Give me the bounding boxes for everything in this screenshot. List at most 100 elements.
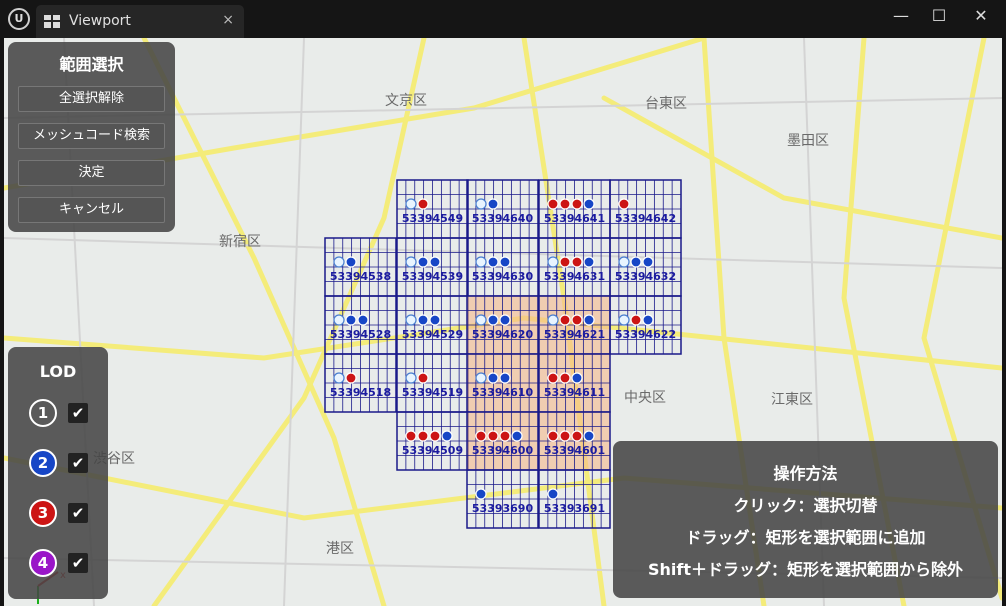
mesh-cell[interactable]: 53394610: [466, 353, 539, 413]
mesh-code-label: 53394549: [402, 212, 463, 225]
lod-marker-icon: [583, 256, 595, 268]
lod-marker-icon: [583, 314, 595, 326]
lod-marker-icon: [487, 256, 499, 268]
mesh-code-label: 53393691: [544, 502, 605, 515]
lod-marker-icon: [345, 314, 357, 326]
district-label: 新宿区: [219, 233, 261, 250]
lod-marker-icon: [417, 314, 429, 326]
lod-2-checkbox[interactable]: ✔: [68, 453, 88, 473]
viewport-layout-icon: [44, 15, 60, 28]
lod-marker-icon: [499, 314, 511, 326]
range-panel-title: 範囲選択: [59, 55, 124, 74]
lod-marker-icon: [429, 430, 441, 442]
mesh-code-label: 53394620: [472, 328, 534, 341]
tab-viewport[interactable]: Viewport ×: [36, 5, 244, 38]
mesh-code-label: 53394519: [402, 386, 463, 399]
mesh-cell[interactable]: 53394630: [466, 237, 539, 297]
mesh-cell[interactable]: 53394631: [538, 237, 611, 297]
mesh-code-label: 53394621: [544, 328, 605, 341]
lod-marker-icon: [417, 198, 429, 210]
mesh-cell[interactable]: 53394640: [466, 179, 539, 239]
tab-title: Viewport: [69, 13, 131, 29]
lod-marker-icon: [405, 198, 417, 210]
lod-marker-icon: [547, 372, 559, 384]
mesh-cell[interactable]: 53394518: [324, 353, 397, 413]
lod-1-checkbox[interactable]: ✔: [68, 403, 88, 423]
lod-marker-icon: [618, 314, 630, 326]
lod-marker-icon: [475, 372, 487, 384]
lod-marker-icon: [630, 314, 642, 326]
maximize-icon[interactable]: ☐: [926, 6, 952, 28]
lod-1-icon: 1: [29, 399, 57, 427]
help-drag-line: ドラッグ：矩形を選択範囲に追加: [685, 528, 926, 547]
lod-marker-icon: [499, 256, 511, 268]
mesh-code-label: 53394631: [544, 270, 605, 283]
lod-marker-icon: [511, 430, 523, 442]
lod-marker-icon: [441, 430, 453, 442]
mesh-cell[interactable]: 53394632: [609, 237, 682, 297]
lod-marker-icon: [487, 372, 499, 384]
lod-marker-icon: [547, 198, 559, 210]
lod-marker-icon: [475, 488, 487, 500]
mesh-code-label: 53394518: [330, 386, 391, 399]
lod-marker-icon: [405, 314, 417, 326]
mesh-code-label: 53394601: [544, 444, 605, 457]
lod-3-checkbox[interactable]: ✔: [68, 503, 88, 523]
mesh-cell[interactable]: 53393690: [466, 469, 539, 529]
mesh-cell[interactable]: 53394519: [396, 353, 469, 413]
mesh-code-search-button[interactable]: メッシュコード検索: [18, 123, 165, 149]
mesh-code-label: 53394632: [615, 270, 676, 283]
mesh-cell[interactable]: 53394529: [396, 295, 469, 355]
tab-close-icon[interactable]: ×: [222, 12, 234, 28]
lod-marker-icon: [333, 256, 345, 268]
lod-marker-icon: [487, 314, 499, 326]
mesh-code-label: 53394622: [615, 328, 676, 341]
lod-3-icon: 3: [29, 499, 57, 527]
lod-marker-icon: [487, 430, 499, 442]
lod-marker-icon: [559, 372, 571, 384]
minimize-icon[interactable]: —: [888, 6, 914, 28]
lod-marker-icon: [357, 314, 369, 326]
lod-marker-icon: [559, 198, 571, 210]
mesh-code-label: 53394611: [544, 386, 605, 399]
mesh-cell[interactable]: 53394621: [538, 295, 611, 355]
lod-marker-icon: [499, 430, 511, 442]
mesh-cell[interactable]: 53394601: [538, 411, 611, 471]
clear-selection-button[interactable]: 全選択解除: [18, 86, 165, 112]
lod-4-icon: 4: [29, 549, 57, 577]
title-bar: U Viewport × — ☐ ✕: [0, 0, 1006, 38]
mesh-cell[interactable]: 53394600: [466, 411, 539, 471]
lod-marker-icon: [547, 488, 559, 500]
lod-marker-icon: [429, 314, 441, 326]
lod-marker-icon: [630, 256, 642, 268]
mesh-cell[interactable]: 53394538: [324, 237, 397, 297]
unreal-logo-icon: U: [8, 8, 30, 30]
lod-marker-icon: [475, 256, 487, 268]
mesh-cell[interactable]: 53394539: [396, 237, 469, 297]
lod-marker-icon: [559, 430, 571, 442]
district-label: 文京区: [385, 93, 427, 109]
mesh-code-label: 53394528: [330, 328, 391, 341]
mesh-code-label: 53394538: [330, 270, 391, 283]
district-label: 墨田区: [787, 133, 829, 149]
district-label: 江東区: [771, 392, 813, 408]
lod-marker-icon: [547, 256, 559, 268]
mesh-cell[interactable]: 53394642: [609, 179, 682, 239]
lod-marker-icon: [405, 256, 417, 268]
confirm-button[interactable]: 決定: [18, 160, 165, 186]
mesh-cell[interactable]: 53394509: [396, 411, 469, 471]
lod-4-checkbox[interactable]: ✔: [68, 553, 88, 573]
mesh-cell[interactable]: 53394611: [538, 353, 611, 413]
lod-marker-icon: [583, 430, 595, 442]
close-window-icon[interactable]: ✕: [968, 6, 994, 28]
mesh-cell[interactable]: 53394620: [466, 295, 539, 355]
help-click-line: クリック：選択切替: [733, 496, 878, 515]
district-label: 港区: [326, 541, 354, 557]
mesh-cell[interactable]: 53394622: [609, 295, 682, 355]
mesh-cell[interactable]: 53394549: [396, 179, 469, 239]
mesh-code-label: 53394600: [472, 444, 534, 457]
cancel-button[interactable]: キャンセル: [18, 197, 165, 223]
lod-marker-icon: [417, 372, 429, 384]
mesh-code-label: 53394630: [472, 270, 534, 283]
lod-marker-icon: [475, 430, 487, 442]
